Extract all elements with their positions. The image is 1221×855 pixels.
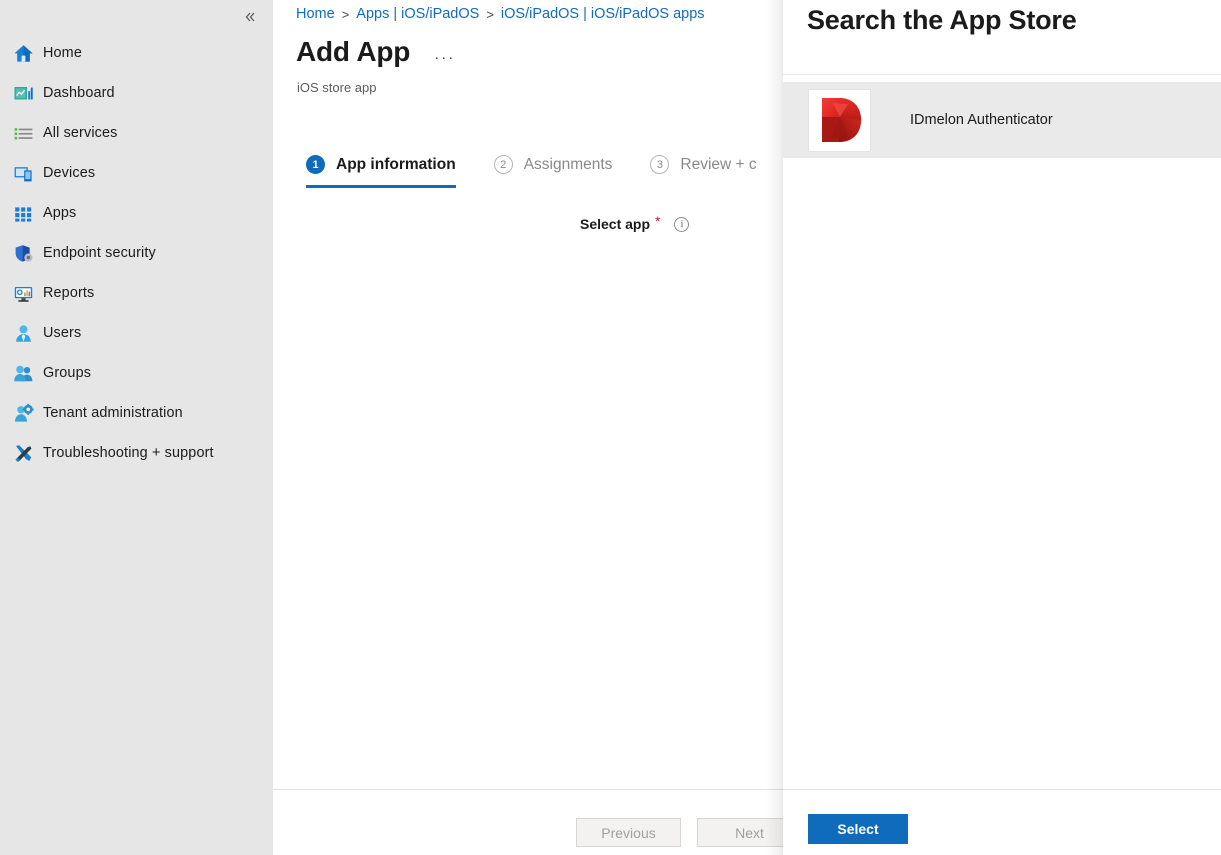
wrench-screwdriver-icon xyxy=(12,442,34,464)
page-subtitle: iOS store app xyxy=(297,80,377,95)
intune-add-app-screen: Home Dashboard All services Devices Apps… xyxy=(0,0,1221,855)
sidebar-item-label: Reports xyxy=(43,285,95,301)
list-item[interactable]: IDmelon Authenticator xyxy=(783,82,1221,158)
info-icon[interactable]: i xyxy=(674,216,690,232)
tab-label: Review + c xyxy=(680,155,757,173)
select-app-label: Select app xyxy=(580,216,651,232)
dashboard-icon xyxy=(12,82,34,104)
tab-app-information[interactable]: 1 App information xyxy=(306,155,456,188)
breadcrumb-item-apps[interactable]: Apps | iOS/iPadOS xyxy=(356,6,479,22)
sidebar-item-devices[interactable]: Devices xyxy=(0,153,273,193)
more-options-icon[interactable]: ··· xyxy=(434,50,455,65)
user-icon xyxy=(12,322,34,344)
sidebar-item-home[interactable]: Home xyxy=(0,33,273,73)
sidebar-item-tenant-administration[interactable]: Tenant administration xyxy=(0,393,273,433)
sidebar-item-label: Tenant administration xyxy=(43,405,183,421)
idmelon-app-icon xyxy=(821,98,861,142)
sidebar-item-label: Troubleshooting + support xyxy=(43,445,214,461)
app-icon-tile xyxy=(808,88,871,152)
app-name-label: IDmelon Authenticator xyxy=(910,112,1053,128)
tab-label: App information xyxy=(336,155,456,173)
search-app-store-blade: Search the App Store IDmelon Authenticat… xyxy=(783,0,1221,855)
app-search-results-list: IDmelon Authenticator xyxy=(783,82,1221,158)
tab-step-number: 2 xyxy=(493,155,513,174)
groups-icon xyxy=(12,362,34,384)
select-app-field-row: Select app * i xyxy=(580,213,690,232)
required-asterisk: * xyxy=(655,213,661,229)
sidebar-item-label: Home xyxy=(43,45,82,61)
sidebar-item-label: Devices xyxy=(43,165,96,181)
double-chevron-left-icon xyxy=(245,12,255,22)
all-services-icon xyxy=(12,122,34,144)
sidebar-item-endpoint-security[interactable]: Endpoint security xyxy=(0,233,273,273)
wizard-tabs: 1 App information 2 Assignments 3 Review… xyxy=(306,155,795,188)
breadcrumb-separator: > xyxy=(486,6,494,22)
blade-footer-divider xyxy=(783,789,1221,790)
sidebar-nav-list: Home Dashboard All services Devices Apps… xyxy=(0,33,273,473)
sidebar-item-label: Dashboard xyxy=(43,85,115,101)
tab-step-number: 3 xyxy=(650,155,670,174)
sidebar-item-groups[interactable]: Groups xyxy=(0,353,273,393)
tab-assignments[interactable]: 2 Assignments xyxy=(493,155,613,188)
sidebar-item-label: Groups xyxy=(43,365,92,381)
left-navigation-sidebar: Home Dashboard All services Devices Apps… xyxy=(0,0,273,855)
select-button[interactable]: Select xyxy=(808,814,908,844)
sidebar-item-label: Endpoint security xyxy=(43,245,156,261)
tab-label: Assignments xyxy=(523,155,613,173)
blade-title: Search the App Store xyxy=(807,5,1077,35)
page-title: Add App xyxy=(296,36,411,67)
sidebar-item-all-services[interactable]: All services xyxy=(0,113,273,153)
devices-icon xyxy=(12,162,34,184)
sidebar-item-label: All services xyxy=(43,125,118,141)
tab-step-number: 1 xyxy=(306,155,325,174)
collapse-sidebar-button[interactable] xyxy=(237,4,263,30)
apps-grid-icon xyxy=(12,202,34,224)
blade-divider xyxy=(783,74,1221,75)
tenant-admin-icon xyxy=(12,402,34,424)
sidebar-item-apps[interactable]: Apps xyxy=(0,193,273,233)
sidebar-item-troubleshooting-support[interactable]: Troubleshooting + support xyxy=(0,433,273,473)
breadcrumb-item-home[interactable]: Home xyxy=(296,6,335,22)
breadcrumb-item-ios-apps[interactable]: iOS/iPadOS | iOS/iPadOS apps xyxy=(501,6,705,22)
reports-monitor-icon xyxy=(12,282,34,304)
wizard-footer-buttons: Previous Next xyxy=(576,818,818,847)
sidebar-item-label: Apps xyxy=(43,205,77,221)
sidebar-item-reports[interactable]: Reports xyxy=(0,273,273,313)
previous-button[interactable]: Previous xyxy=(576,818,681,847)
page-header: Add App ··· xyxy=(296,36,455,68)
sidebar-item-dashboard[interactable]: Dashboard xyxy=(0,73,273,113)
home-icon xyxy=(12,42,34,64)
sidebar-item-users[interactable]: Users xyxy=(0,313,273,353)
breadcrumb: Home > Apps | iOS/iPadOS > iOS/iPadOS | … xyxy=(296,6,705,22)
sidebar-item-label: Users xyxy=(43,325,82,341)
shield-gear-icon xyxy=(12,242,34,264)
breadcrumb-separator: > xyxy=(341,6,350,22)
tab-review-create[interactable]: 3 Review + c xyxy=(650,155,757,188)
